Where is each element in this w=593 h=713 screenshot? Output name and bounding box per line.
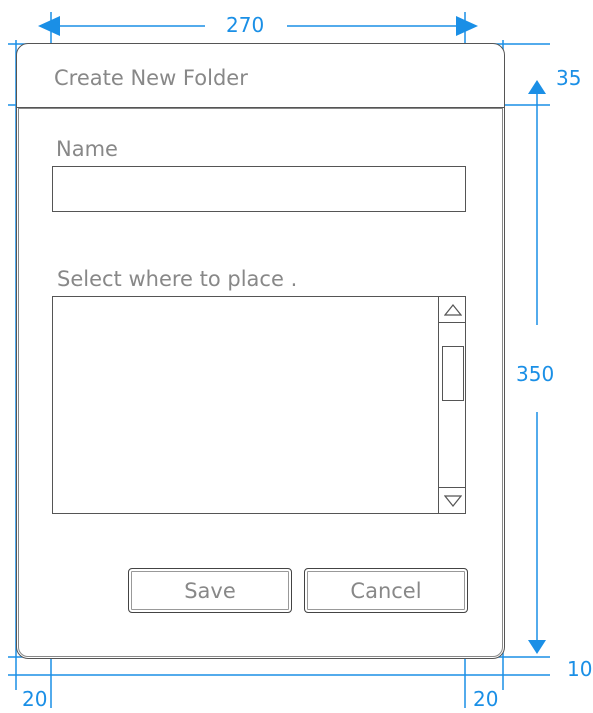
dim-bottom-margin-label: 10 xyxy=(567,657,593,681)
location-listbox[interactable] xyxy=(52,296,466,514)
arrowhead-down xyxy=(528,640,546,654)
dim-body-height-label: 350 xyxy=(516,362,555,386)
dim-width-label: 270 xyxy=(226,13,265,37)
cancel-button[interactable]: Cancel xyxy=(304,568,468,613)
save-button[interactable]: Save xyxy=(128,568,292,613)
dim-right-margin-label: 20 xyxy=(473,687,499,711)
arrowhead-right xyxy=(456,16,478,36)
location-label: Select where to place . xyxy=(57,267,298,291)
scroll-down-button[interactable] xyxy=(439,487,466,513)
arrowhead-up xyxy=(528,80,546,94)
folder-name-input[interactable] xyxy=(52,166,466,212)
title-separator xyxy=(16,107,505,108)
triangle-down-icon xyxy=(443,494,462,507)
dialog-title: Create New Folder xyxy=(54,66,248,90)
dim-left-margin-label: 20 xyxy=(22,687,48,711)
arrowhead-left xyxy=(38,16,60,36)
triangle-up-icon xyxy=(443,303,462,316)
name-label: Name xyxy=(56,137,118,161)
listbox-scrollbar[interactable] xyxy=(438,296,466,514)
scroll-up-button[interactable] xyxy=(439,297,466,323)
dim-title-height-label: 35 xyxy=(556,66,582,90)
scroll-thumb[interactable] xyxy=(442,346,464,401)
